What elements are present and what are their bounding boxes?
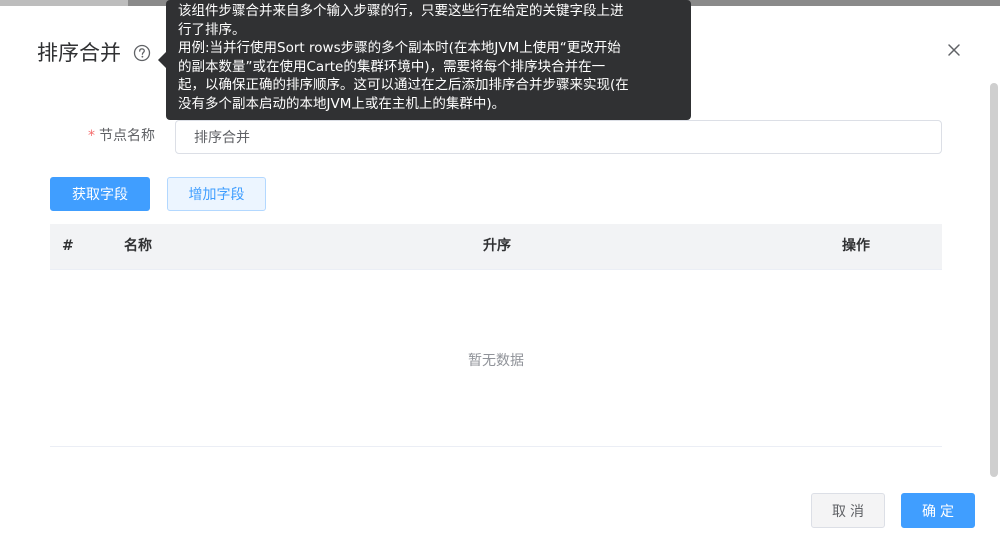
fetch-fields-button[interactable]: 获取字段 — [50, 177, 150, 211]
dialog-title: 排序合并 — [37, 41, 121, 65]
help-tooltip: 该组件步骤合并来自多个输入步骤的行，只要这些行在给定的关键字段上进 行了排序。 … — [166, 0, 691, 120]
tooltip-line: 用例:当并行使用Sort rows步骤的多个副本时(在本地JVM上使用“更改开始 — [178, 40, 621, 56]
question-circle-icon[interactable] — [133, 44, 151, 62]
tooltip-line: 没有多个副本启动的本地JVM上或在主机上的集群中)。 — [178, 95, 506, 112]
tooltip-line: 行了排序。 — [178, 21, 246, 38]
column-header-name: 名称 — [124, 238, 152, 254]
confirm-button[interactable]: 确定 — [901, 493, 975, 528]
close-icon[interactable] — [944, 40, 964, 60]
tooltip-line: 该组件步骤合并来自多个输入步骤的行，只要这些行在给定的关键字段上进 — [178, 3, 624, 19]
table-bottom-border — [50, 446, 942, 447]
column-header-index: # — [62, 238, 74, 254]
table-header: # 名称 升序 操作 — [50, 224, 942, 270]
column-header-ascending: 升序 — [483, 238, 511, 254]
add-field-button[interactable]: 增加字段 — [167, 177, 266, 211]
table-empty-text: 暂无数据 — [468, 353, 524, 369]
sort-merge-dialog: 排序合并 该组件步骤合并来自多个输入步骤的行，只要这些行在给定的关键字段上进 行… — [0, 0, 1000, 553]
required-mark: * — [88, 128, 95, 144]
tooltip-line: 起，以确保正确的排序顺序。这可以通过在之后添加排序合并步骤来实现(在 — [178, 77, 629, 93]
node-name-input[interactable] — [175, 120, 942, 154]
column-header-actions: 操作 — [842, 238, 870, 254]
fields-table: # 名称 升序 操作 暂无数据 — [50, 224, 942, 447]
tooltip-line: 的副本数量”或在使用Carte的集群环境中)，需要将每个排序块合并在一 — [178, 58, 606, 75]
tooltip-arrow — [158, 52, 166, 68]
node-name-label-text: 节点名称 — [99, 128, 155, 144]
cancel-button[interactable]: 取消 — [811, 493, 885, 528]
node-name-label: * 节点名称 — [88, 126, 155, 146]
vertical-scrollbar[interactable] — [990, 83, 998, 477]
